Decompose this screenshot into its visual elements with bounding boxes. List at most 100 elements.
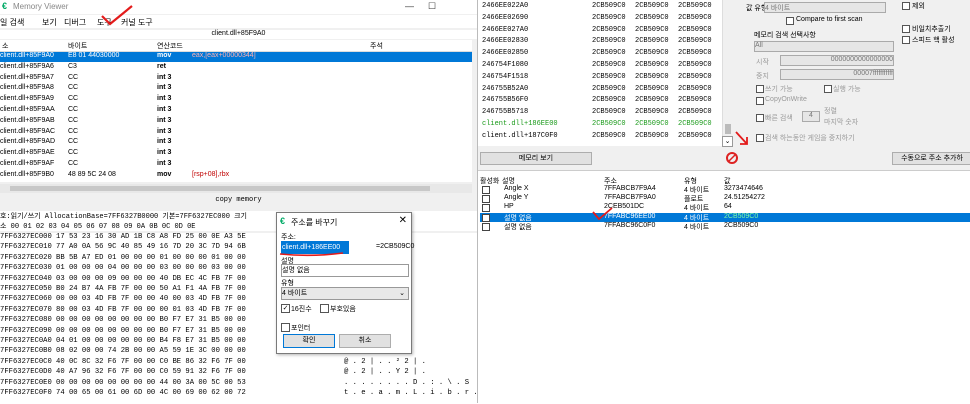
scan-first: 2CB509C0 (678, 96, 712, 105)
executable-checkbox[interactable] (824, 85, 832, 93)
active-checkbox[interactable] (482, 204, 490, 213)
minimize-button[interactable]: — (405, 1, 414, 11)
col-bytes[interactable]: 바이트 (68, 41, 87, 51)
disassembler-view[interactable]: client.dll+85F9A0 E8 01 44030000 mov eax,[e… (0, 52, 472, 182)
scan-result-row[interactable]: 2466EE02690 2CB509C0 2CB509C0 2CB509C0 (480, 13, 720, 25)
disasm-row[interactable]: client.dll+85F9A9 CC int 3 (0, 95, 472, 105)
scan-results-scrollbar[interactable] (722, 0, 733, 146)
disasm-row[interactable]: client.dll+85F9AA CC int 3 (0, 106, 472, 116)
value-type-select[interactable]: 4 바이트 (764, 2, 886, 13)
description-input[interactable]: 설명 없음 (281, 264, 409, 277)
region-select[interactable]: All (754, 41, 894, 52)
scrollbar-thumb[interactable] (725, 124, 731, 134)
scan-result-row[interactable]: 2466EE02830 2CB509C0 2CB509C0 2CB509C0 (480, 36, 720, 48)
signed-checkbox[interactable] (320, 304, 329, 313)
disasm-row[interactable]: client.dll+85F9AB CC int 3 (0, 117, 472, 127)
scan-result-row[interactable]: 2466EE02850 2CB509C0 2CB509C0 2CB509C0 (480, 48, 720, 60)
menu-view[interactable]: 보기 (42, 17, 57, 28)
stop-input[interactable]: 00007fffffffffff (780, 69, 894, 80)
scan-result-row[interactable]: 246754F1518 2CB509C0 2CB509C0 2CB509C0 (480, 72, 720, 84)
fast-scan-input[interactable]: 4 (802, 111, 820, 122)
disasm-address: client.dll+85F9A6 (0, 62, 54, 70)
writable-checkbox[interactable] (756, 85, 764, 93)
scan-result-row[interactable]: 2466EE027A0 2CB509C0 2CB509C0 2CB509C0 (480, 25, 720, 37)
scan-result-row[interactable]: client.dll+187C0F0 2CB509C0 2CB509C0 2CB509… (480, 131, 720, 143)
menu-bar: 일 검색 보기 디버그 도구 커널 도구 (0, 15, 477, 28)
maximize-button[interactable]: ☐ (428, 1, 436, 12)
start-input[interactable]: 0000000000000000 (780, 55, 894, 66)
scrollbar-thumb[interactable] (10, 186, 430, 191)
hex-row-address: 7FF6327EC0A0 (0, 337, 52, 345)
address-table-row[interactable]: 설명 없음 7FFABC96EE00 4 바이트 2CB509C0 (480, 212, 970, 222)
col-opcode[interactable]: 연산코드 (157, 41, 183, 51)
ok-button[interactable]: 확인 (283, 334, 335, 348)
disasm-row[interactable]: client.dll+85F9A0 E8 01 44030000 mov eax,[e… (0, 52, 472, 62)
scan-result-row[interactable]: 246755B56F0 2CB509C0 2CB509C0 2CB509C0 (480, 95, 720, 107)
scan-value: 2CB509C0 (592, 72, 626, 81)
address-table-row[interactable]: Angle Y 7FFABCB7F9A0 플로트 24.51254272 (480, 194, 970, 204)
hex-checkbox[interactable]: ✓ (281, 304, 290, 313)
disasm-row[interactable]: client.dll+85F9AC CC int 3 (0, 128, 472, 138)
last-digits-radio[interactable]: 마지막 숫자 (824, 117, 858, 127)
pause-game-checkbox[interactable] (756, 134, 764, 142)
address-table-row[interactable]: 설명 없음 7FFABC96C0F0 4 바이트 2CB509C0 (480, 222, 970, 231)
compare-first-checkbox[interactable] (786, 17, 794, 25)
add-address-manually-button[interactable]: 수동으로 주소 추가하 (892, 152, 970, 165)
scan-first: 2CB509C0 (678, 25, 712, 34)
disasm-row[interactable]: client.dll+85F9AE CC int 3 (0, 149, 472, 159)
copyonwrite-label: CopyOnWrite (765, 96, 807, 103)
active-checkbox[interactable] (482, 186, 490, 194)
alignment-radio[interactable]: 정렬 (824, 106, 837, 116)
scan-first: 2CB509C0 (678, 108, 712, 117)
hex-row[interactable]: 7FF6327EC0E0 00 00 00 00 00 00 00 00 44 0… (0, 379, 477, 389)
menu-debug[interactable]: 디버그 (64, 17, 86, 28)
copyonwrite-checkbox[interactable] (756, 97, 764, 105)
scan-results-list[interactable]: 2466EE022A0 2CB509C0 2CB509C0 2CB509C0 2466E… (478, 0, 722, 146)
disasm-row[interactable]: client.dll+85F9A6 C3 ret (0, 63, 472, 73)
pointer-checkbox[interactable] (281, 323, 290, 332)
scan-result-row[interactable]: 246754F1080 2CB509C0 2CB509C0 2CB509C0 (480, 60, 720, 72)
scan-result-row[interactable]: 246755B5718 2CB509C0 2CB509C0 2CB509C0 (480, 107, 720, 119)
disasm-row[interactable]: client.dll+85F9AF CC int 3 (0, 160, 472, 170)
disasm-row[interactable]: client.dll+85F9A7 CC int 3 (0, 74, 472, 84)
chevron-down-icon[interactable]: ⌄ (722, 136, 733, 147)
active-checkbox[interactable] (482, 222, 490, 231)
speedhack-checkbox[interactable] (902, 36, 910, 44)
scan-result-row[interactable]: 246755B52A0 2CB509C0 2CB509C0 2CB509C0 (480, 84, 720, 96)
address-table-row[interactable]: Angle X 7FFABCB7F9A4 4 바이트 3273474646 (480, 185, 970, 194)
pointer-checkbox-label: 포인터 (291, 325, 311, 332)
row-value: 3273474646 (724, 185, 763, 192)
scan-result-row[interactable]: client.dll+186EE00 2CB509C0 2CB509C0 2CB509… (480, 119, 720, 131)
row-address: 7FFABC96C0F0 (604, 221, 656, 229)
clear-list-icon[interactable] (726, 152, 738, 164)
memory-view-button[interactable]: 메모리 보기 (480, 152, 592, 165)
disasm-address: client.dll+85F9AB (0, 116, 55, 124)
disasm-address: client.dll+85F9AD (0, 138, 56, 146)
disasm-horizontal-scrollbar[interactable] (0, 184, 472, 193)
disasm-row[interactable]: client.dll+85F9B0 48 89 5C 24 08 mov [rsp+0… (0, 171, 472, 181)
fast-scan-checkbox[interactable] (756, 114, 764, 122)
menu-search[interactable]: 일 검색 (0, 17, 24, 28)
address-table-row[interactable]: HP 2CEB501DC 4 바이트 64 (480, 203, 970, 213)
close-button[interactable]: ✕ (399, 215, 407, 226)
not-checkbox[interactable] (902, 2, 910, 10)
disasm-row[interactable]: client.dll+85F9A8 CC int 3 (0, 84, 472, 94)
active-checkbox[interactable] (482, 213, 490, 222)
type-select[interactable]: 4 바이트 ⌄ (281, 287, 409, 300)
cancel-button[interactable]: 취소 (339, 334, 391, 348)
col-comment[interactable]: 주석 (370, 41, 383, 51)
active-checkbox[interactable] (482, 195, 490, 204)
hex-row[interactable]: 7FF6327EC0D0 40 A7 96 32 F6 7F 00 00 C0 5… (0, 368, 477, 378)
hex-row[interactable]: 7FF6327EC0C0 40 0C 8C 32 F6 7F 00 00 C0 B… (0, 358, 477, 368)
hex-row-bytes: 77 A0 0A 56 9C 40 85 49 16 7D 20 3C 7D 9… (56, 243, 246, 252)
row-description: 설명 없음 (504, 223, 532, 231)
scan-result-row[interactable]: 2466EE022A0 2CB509C0 2CB509C0 2CB509C0 (480, 1, 720, 13)
scan-address: 246755B56F0 (482, 96, 529, 105)
col-address[interactable]: 소 (2, 41, 8, 51)
disasm-row[interactable]: client.dll+85F9AD CC int 3 (0, 138, 472, 148)
address-table[interactable]: 활성화 설명 주소 유형 값 Angle X 7FFABCB7F9A4 4 바이트 3… (478, 170, 970, 404)
disasm-address: client.dll+85F9AC (0, 127, 56, 135)
lua-formula-checkbox[interactable] (902, 25, 910, 33)
hex-row[interactable]: 7FF6327EC0F0 74 00 65 00 61 00 6D 00 4C 0… (0, 389, 477, 399)
scan-first: 2CB509C0 (678, 72, 712, 81)
